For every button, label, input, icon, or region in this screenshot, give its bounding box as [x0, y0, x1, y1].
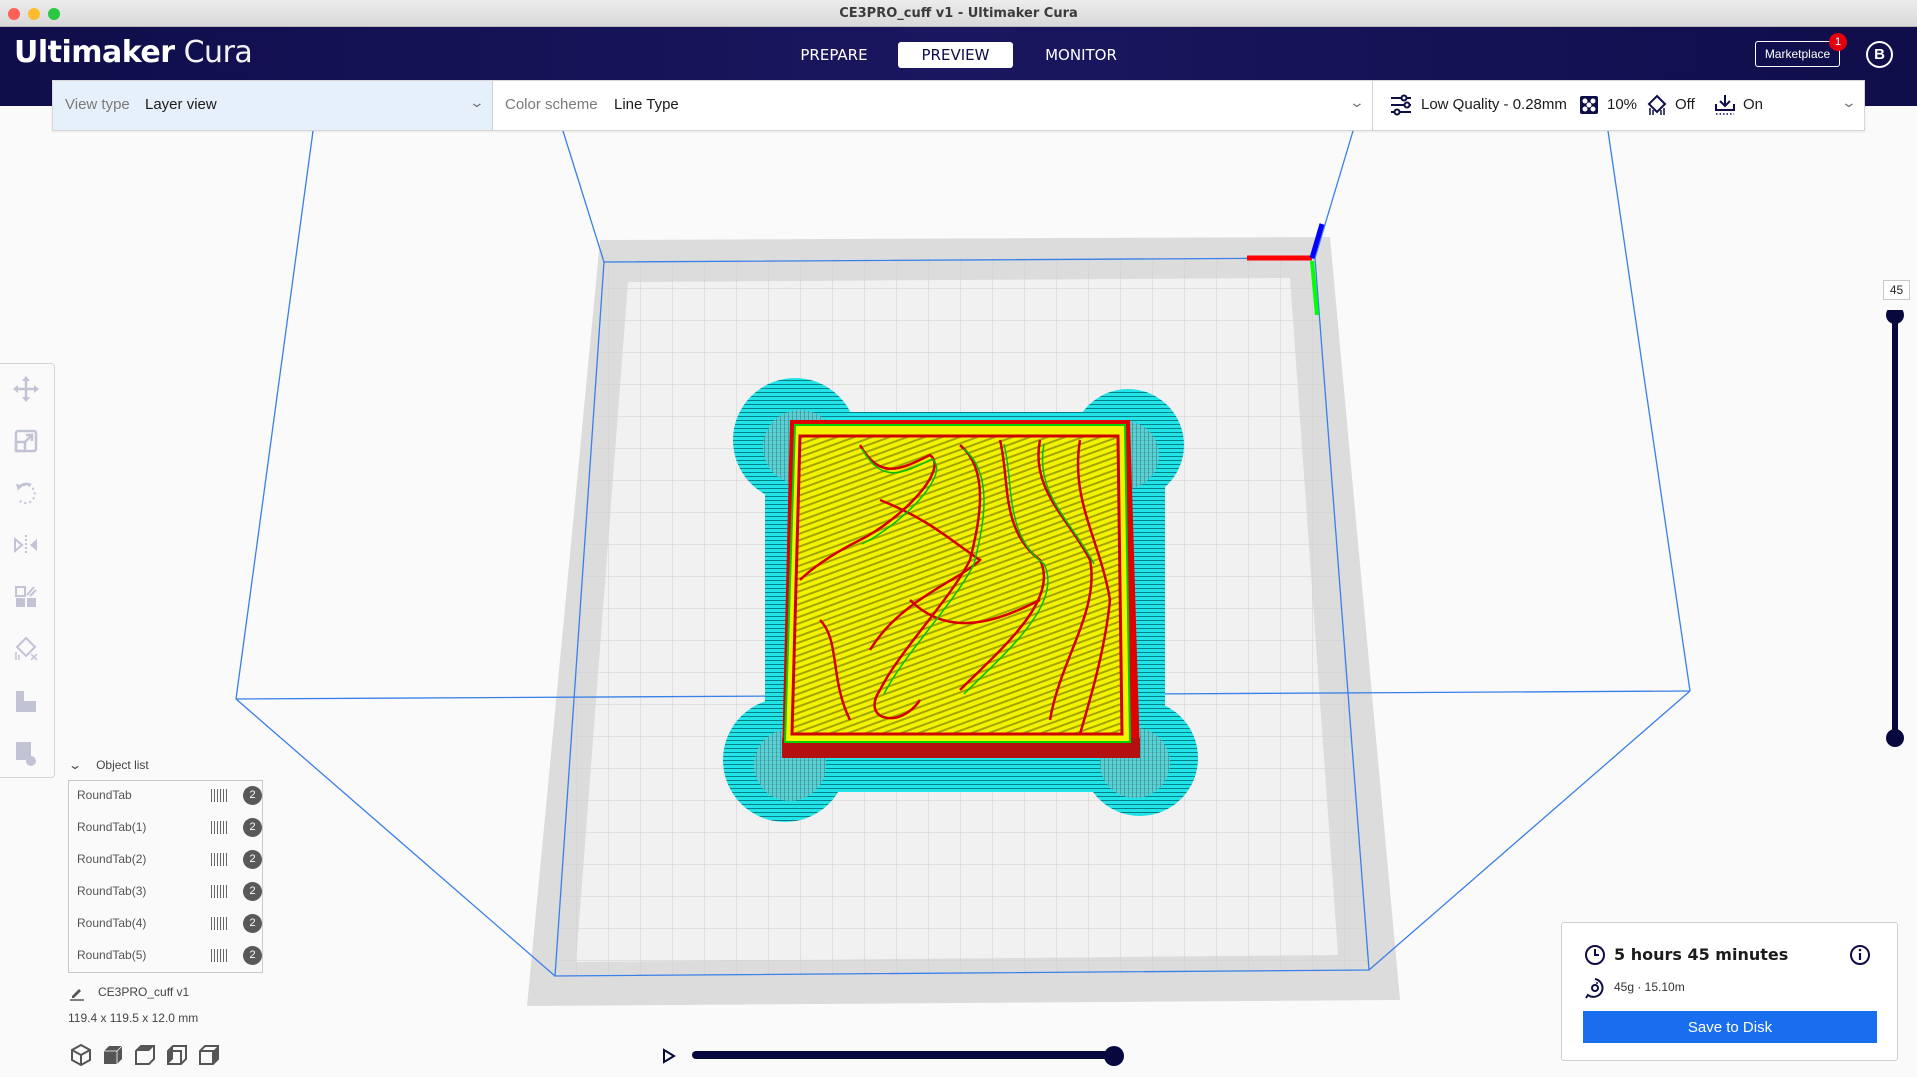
layer-slider[interactable] [1885, 310, 1905, 750]
job-name[interactable]: CE3PRO_cuff v1 [98, 985, 189, 999]
view-type-dropdown[interactable]: View type Layer view ⌄ [53, 81, 493, 130]
tab-remove-icon[interactable] [11, 738, 41, 768]
extruder-badge: 2 [243, 914, 262, 933]
notification-badge: 1 [1829, 33, 1847, 51]
object-list-title: Object list [96, 758, 149, 772]
chevron-down-icon: ⌄ [1348, 94, 1366, 110]
chevron-down-icon: ⌄ [1840, 94, 1858, 110]
move-icon[interactable] [11, 374, 41, 404]
list-item[interactable]: RoundTab(4) 2 [77, 911, 262, 935]
object-name: RoundTab(4) [77, 916, 147, 930]
tool-panel [0, 363, 55, 778]
print-job-card: 5 hours 45 minutes 45g · 15.10m Save to … [1561, 922, 1898, 1061]
extruder-badge: 2 [243, 786, 262, 805]
support-value: Off [1675, 96, 1695, 113]
marketplace-button[interactable]: Marketplace [1755, 41, 1840, 67]
object-name: RoundTab(1) [77, 820, 147, 834]
3d-view-icon[interactable] [69, 1043, 93, 1067]
list-item[interactable]: RoundTab(1) 2 [77, 815, 262, 839]
profile-label: Low Quality - 0.28mm [1421, 96, 1567, 113]
layer-slider-upper-handle[interactable] [1886, 310, 1904, 324]
job-dimensions: 119.4 x 119.5 x 12.0 mm [68, 1011, 199, 1025]
path-slider-track[interactable] [692, 1051, 1118, 1059]
mirror-icon[interactable] [11, 530, 41, 560]
tab-prepare[interactable]: PREPARE [788, 42, 880, 68]
edit-pencil-icon[interactable] [69, 985, 85, 1001]
object-list: RoundTab 2 RoundTab(1) 2 RoundTab(2) 2 Roun… [68, 780, 263, 973]
top-view-icon[interactable] [133, 1043, 157, 1067]
scale-icon[interactable] [11, 426, 41, 456]
object-list-toggle[interactable]: ⌄ Object list [67, 758, 149, 772]
model-layer-view [723, 378, 1198, 822]
print-time: 5 hours 45 minutes [1614, 945, 1789, 964]
right-view-icon[interactable] [197, 1043, 221, 1067]
save-to-disk-button[interactable]: Save to Disk [1583, 1011, 1877, 1043]
mesh-type-icon [211, 789, 227, 802]
tab-monitor[interactable]: MONITOR [1035, 42, 1127, 68]
extruder-badge: 2 [243, 882, 262, 901]
adhesion-value: On [1743, 96, 1764, 113]
list-item[interactable]: RoundTab(3) 2 [77, 879, 262, 903]
list-item[interactable]: RoundTab(2) 2 [77, 847, 262, 871]
view-type-label: View type [65, 96, 130, 113]
list-item[interactable]: RoundTab 2 [77, 783, 262, 807]
infill-icon [1580, 96, 1598, 114]
object-name: RoundTab [77, 788, 132, 802]
object-name: RoundTab(5) [77, 948, 147, 962]
mesh-type-icon [211, 853, 227, 866]
infill-value: 10% [1607, 96, 1638, 113]
chevron-down-icon: ⌄ [67, 758, 83, 772]
path-slider-handle[interactable] [1104, 1046, 1124, 1066]
view-toolbar: View type Layer view ⌄ Color scheme Line… [52, 80, 1865, 131]
extruder-badge: 2 [243, 946, 262, 965]
chevron-down-icon: ⌄ [468, 94, 486, 110]
object-name: RoundTab(2) [77, 852, 147, 866]
window-titlebar: CE3PRO_cuff v1 - Ultimaker Cura [0, 0, 1917, 27]
mesh-type-icon [211, 917, 227, 930]
clock-icon [1585, 945, 1605, 965]
info-icon[interactable] [1849, 944, 1871, 966]
view-type-value: Layer view [145, 96, 217, 113]
adhesion-icon [1715, 95, 1735, 115]
mesh-type-icon [211, 885, 227, 898]
mesh-type-icon [211, 949, 227, 962]
material-usage: 45g · 15.10m [1614, 980, 1685, 994]
spool-icon [1585, 978, 1604, 999]
color-scheme-value: Line Type [614, 96, 679, 113]
color-scheme-label: Color scheme [505, 96, 598, 113]
support-blocker-icon[interactable] [11, 634, 41, 664]
extruder-badge: 2 [243, 818, 262, 837]
settings-sliders-icon [1391, 94, 1411, 116]
mesh-type-icon [211, 821, 227, 834]
play-icon[interactable] [661, 1048, 677, 1064]
object-name: RoundTab(3) [77, 884, 147, 898]
layer-number-label: 45 [1883, 280, 1910, 300]
app-logo: Ultimaker Cura [14, 35, 253, 70]
left-view-icon[interactable] [165, 1043, 189, 1067]
support-icon [1647, 94, 1667, 115]
front-view-icon[interactable] [101, 1043, 125, 1067]
rotate-icon[interactable] [11, 478, 41, 508]
tab-icon[interactable] [11, 686, 41, 716]
extruder-badge: 2 [243, 850, 262, 869]
tab-preview[interactable]: PREVIEW [898, 42, 1013, 68]
window-title: CE3PRO_cuff v1 - Ultimaker Cura [839, 6, 1078, 21]
layer-slider-lower-handle[interactable] [1886, 729, 1904, 747]
color-scheme-dropdown[interactable]: Color scheme Line Type ⌄ [493, 81, 1373, 130]
per-model-settings-icon[interactable] [11, 582, 41, 612]
list-item[interactable]: RoundTab(5) 2 [77, 943, 262, 967]
print-setup-selector[interactable]: Low Quality - 0.28mm 10% Off On ⌄ [1373, 81, 1866, 130]
account-avatar[interactable]: B [1866, 41, 1893, 68]
